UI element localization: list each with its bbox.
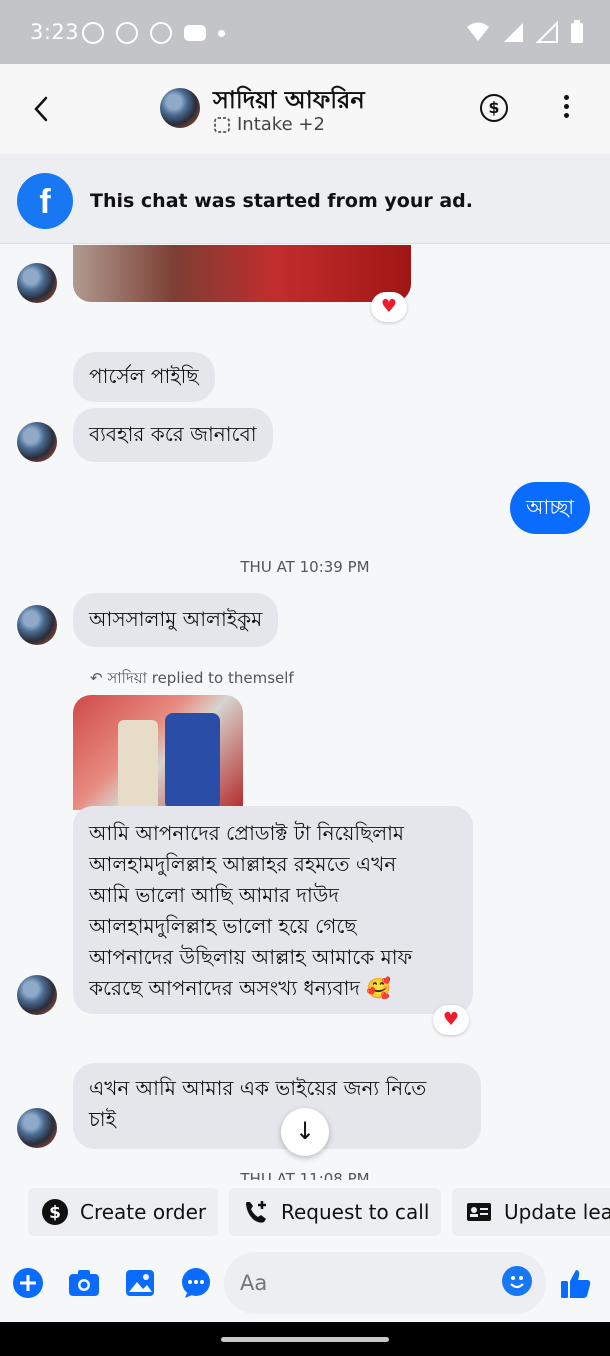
message-bubble[interactable]: এখন আমি আমার এক ভাইয়ের জন্য নিতে চাই bbox=[73, 1063, 481, 1149]
replied-photo[interactable] bbox=[73, 695, 243, 810]
timer-icon bbox=[82, 22, 104, 44]
long-message-bubble[interactable]: আমি আপনাদের প্রোডাক্ট টা নিয়েছিলাম আলহা… bbox=[73, 806, 473, 1014]
plus-circle-icon[interactable] bbox=[11, 1266, 45, 1300]
contact-avatar[interactable] bbox=[160, 88, 200, 128]
sync-icon bbox=[150, 22, 172, 44]
facebook-logo-icon: f bbox=[17, 173, 73, 229]
saved-replies-icon[interactable] bbox=[179, 1266, 213, 1300]
phone-plus-icon bbox=[246, 1201, 266, 1223]
contact-labels[interactable]: Intake +2 bbox=[213, 114, 325, 135]
product-bottle bbox=[118, 720, 158, 810]
svg-text:$: $ bbox=[49, 1203, 61, 1223]
request-to-call-button[interactable]: Request to call bbox=[229, 1188, 442, 1236]
dollar-icon[interactable]: $ bbox=[480, 94, 508, 122]
chat-header: সাদিয়া আফরিন Intake +2 $ bbox=[0, 64, 610, 154]
settings-notification-icon bbox=[116, 22, 138, 44]
request-to-call-label: Request to call bbox=[281, 1200, 430, 1224]
message-list[interactable]: ♥ পার্সেল পাইছি ব্যবহার করে জানাবো আচ্ছা… bbox=[0, 245, 610, 1180]
product-bottle bbox=[165, 713, 220, 810]
signal-icon bbox=[504, 23, 523, 42]
battery-icon bbox=[571, 20, 583, 43]
outgoing-message-bubble[interactable]: আচ্ছা bbox=[510, 482, 591, 534]
system-icons bbox=[466, 20, 584, 44]
more-vertical-icon[interactable] bbox=[558, 92, 574, 126]
like-thumb-icon[interactable] bbox=[558, 1266, 594, 1302]
label-icon bbox=[214, 116, 230, 133]
camera-icon[interactable] bbox=[67, 1266, 101, 1300]
message-bubble[interactable]: ব্যবহার করে জানাবো bbox=[73, 408, 273, 462]
message-line: আপনাদের উছিলায় আল্লাহ আমাকে মাফ bbox=[89, 945, 413, 969]
update-lead-button[interactable]: Update lead bbox=[452, 1188, 610, 1236]
message-composer bbox=[0, 1242, 610, 1322]
scroll-down-button[interactable]: ↓ bbox=[281, 1108, 329, 1156]
wifi-icon bbox=[467, 22, 489, 41]
message-line: আমি ভালো আছি আমার দাউদ bbox=[89, 883, 339, 907]
message-bubble[interactable]: পার্সেল পাইছি bbox=[73, 352, 215, 402]
create-order-button[interactable]: $ Create order bbox=[28, 1188, 219, 1236]
sender-avatar[interactable] bbox=[17, 975, 57, 1015]
reply-note: ↶ সাদিয়া replied to themself bbox=[90, 667, 294, 692]
contact-card-icon bbox=[467, 1203, 491, 1221]
reply-note-text: সাদিয়া replied to themself bbox=[107, 669, 294, 687]
photo-message[interactable] bbox=[73, 245, 411, 302]
system-navigation-bar bbox=[0, 1322, 610, 1356]
message-line: এখন আমি আমার এক ভাইয়ের জন্য নিতে bbox=[89, 1076, 427, 1100]
status-bar: 3:23 bbox=[0, 0, 610, 64]
ad-banner-text: This chat was started from your ad. bbox=[90, 190, 473, 212]
dollar-circle-icon: $ bbox=[42, 1199, 68, 1225]
gallery-icon[interactable] bbox=[123, 1266, 157, 1300]
message-input[interactable] bbox=[240, 1268, 490, 1298]
sender-avatar[interactable] bbox=[17, 605, 57, 645]
ad-origin-banner: f This chat was started from your ad. bbox=[0, 154, 610, 244]
update-lead-label: Update lead bbox=[504, 1200, 610, 1224]
sender-avatar[interactable] bbox=[17, 422, 57, 462]
signal-2-icon bbox=[536, 21, 558, 43]
message-line: আমি আপনাদের প্রোডাক্ট টা নিয়েছিলাম bbox=[89, 821, 405, 845]
more-notifications-icon bbox=[218, 29, 225, 37]
home-gesture-handle[interactable] bbox=[221, 1337, 389, 1342]
create-order-label: Create order bbox=[80, 1200, 207, 1224]
message-bubble[interactable]: আসসালামু আলাইকুম bbox=[73, 593, 279, 647]
notification-icons bbox=[82, 22, 225, 44]
message-line: চাই bbox=[89, 1107, 116, 1131]
heart-reaction-icon[interactable]: ♥ bbox=[371, 292, 407, 322]
youtube-icon bbox=[184, 25, 206, 41]
heart-reaction-icon[interactable]: ♥ bbox=[433, 1005, 469, 1035]
labels-text: Intake +2 bbox=[237, 114, 325, 135]
reply-arrow-icon: ↶ bbox=[90, 669, 108, 687]
quick-actions-bar: $ Create order Request to call Update le… bbox=[0, 1180, 610, 1242]
sender-avatar[interactable] bbox=[17, 263, 57, 303]
emoji-icon[interactable] bbox=[502, 1266, 532, 1296]
sender-avatar[interactable] bbox=[17, 1108, 57, 1148]
back-arrow-icon[interactable] bbox=[28, 92, 56, 126]
smiley-icon bbox=[510, 1276, 524, 1289]
status-time: 3:23 bbox=[30, 20, 80, 44]
message-line: আলহামদুলিল্লাহ আল্লাহর রহমতে এখন bbox=[89, 852, 397, 876]
timestamp: THU AT 10:39 PM bbox=[240, 558, 370, 576]
timestamp: THU AT 11:08 PM bbox=[240, 1170, 370, 1180]
message-line: আলহামদুলিল্লাহ ভালো হয়ে গেছে bbox=[89, 914, 357, 938]
message-input-container[interactable] bbox=[224, 1252, 546, 1314]
message-line: করেছে আপনাদের অসংখ্য ধন্যবাদ 🥰 bbox=[89, 976, 392, 1000]
